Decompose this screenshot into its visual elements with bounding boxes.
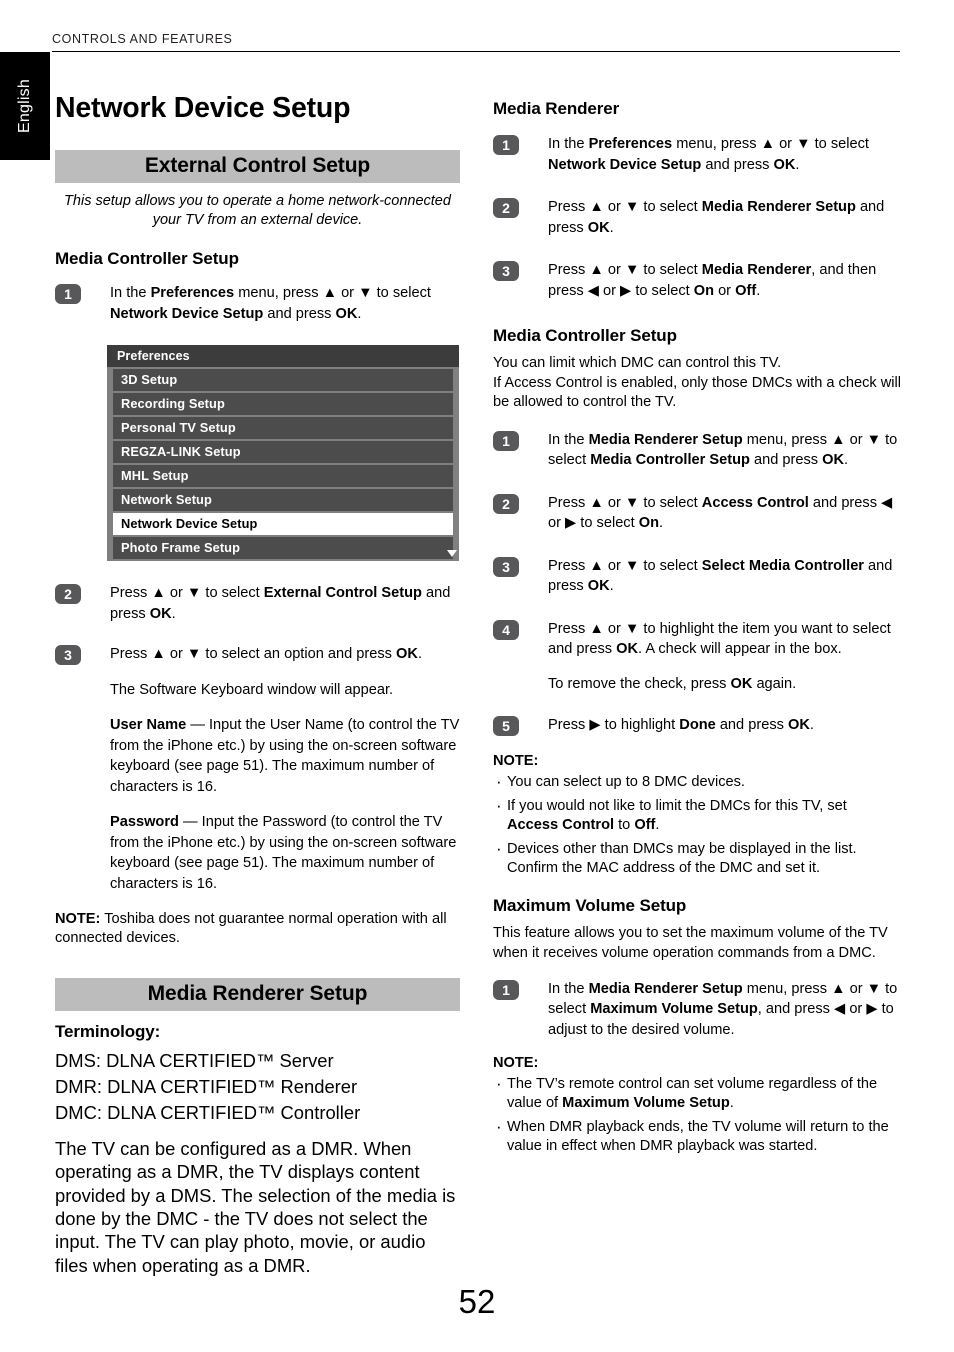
step-text: In the Preferences menu, press ▲ or ▼ to… [548,136,869,173]
osd-menu-item[interactable]: MHL Setup [113,465,453,487]
step-item: 2 Press ▲ or ▼ to select Media Renderer … [493,197,901,238]
note-item: The TV’s remote control can set volume r… [493,1074,901,1114]
osd-menu-item[interactable]: 3D Setup [113,369,453,391]
step-text: Press ▲ or ▼ to select Media Renderer, a… [548,262,877,299]
language-tab: English [0,52,50,160]
terminology-dms: DMS: DLNA CERTIFIED™ Server [55,1049,334,1071]
step-item: 1 In the Media Renderer Setup menu, pres… [493,979,901,1041]
osd-menu-rows: 3D Setup Recording Setup Personal TV Set… [107,369,459,559]
step-number-badge: 3 [493,261,519,281]
terminology-dmc: DMC: DLNA CERTIFIED™ Controller [55,1101,361,1123]
osd-menu-item[interactable]: REGZA-LINK Setup [113,441,453,463]
step-number-badge: 3 [493,556,519,577]
maximum-volume-intro: This feature allows you to set the maxim… [493,925,888,961]
page-number: 52 [458,1283,496,1320]
note-item: If you would not like to limit the DMCs … [493,796,901,836]
note-item: You can select up to 8 DMC devices. [493,772,901,792]
osd-menu-item-label: Photo Frame Setup [121,540,241,555]
note-item: When DMR playback ends, the TV volume wi… [493,1117,901,1157]
step-number-badge: 1 [493,430,519,451]
step-number-badge: 1 [493,979,519,1000]
left-column: Network Device Setup External Control Se… [55,0,460,1277]
step-number-badge: 2 [493,493,519,514]
note-label: NOTE: [493,753,539,770]
external-control-intro: This setup allows you to operate a home … [64,193,451,228]
page-title: Network Device Setup [55,92,351,124]
step-number-badge: 1 [493,135,519,155]
step-item: 2 Press ▲ or ▼ to select External Contro… [55,583,460,624]
step-text: Press ▶ to highlight Done and press OK. [548,717,814,734]
language-tab-label: English [16,79,33,133]
note-item: Devices other than DMCs may be displayed… [493,839,901,879]
osd-menu-item[interactable]: Personal TV Setup [113,417,453,439]
step-item: 1 In the Media Renderer Setup menu, pres… [493,430,901,471]
step-item: 3 Press ▲ or ▼ to select Media Renderer,… [493,260,901,301]
step-text: Press ▲ or ▼ to select Media Renderer Se… [548,199,885,236]
osd-menu-item[interactable]: Photo Frame Setup [113,537,457,559]
scroll-down-icon [447,550,457,557]
step-item: 3 Press ▲ or ▼ to select Select Media Co… [493,556,901,597]
user-name-description: User Name — Input the User Name (to cont… [110,717,460,795]
osd-menu-item[interactable]: Network Setup [113,489,453,511]
step-number-badge: 4 [493,619,519,640]
heading-media-controller-setup-left: Media Controller Setup [55,249,239,268]
section-band-external-control: External Control Setup [55,150,460,183]
note-label: NOTE: [493,1055,539,1071]
step-text: Press ▲ or ▼ to select Access Control an… [548,494,893,532]
osd-preferences-menu: Preferences 3D Setup Recording Setup Per… [107,345,459,561]
step-number-badge: 2 [55,584,81,604]
step-text: Press ▲ or ▼ to select Select Media Cont… [548,557,893,595]
step-text: Press ▲ or ▼ to highlight the item you w… [548,620,891,658]
heading-media-controller-setup-right: Media Controller Setup [493,326,677,345]
heading-maximum-volume-setup: Maximum Volume Setup [493,896,687,916]
step-text: In the Preferences menu, press ▲ or ▼ to… [110,285,431,322]
terminology-dmr: DMR: DLNA CERTIFIED™ Renderer [55,1075,358,1097]
step-text: In the Media Renderer Setup menu, press … [548,980,898,1038]
software-keyboard-note: The Software Keyboard window will appear… [110,681,394,698]
step-text: In the Media Renderer Setup menu, press … [548,431,898,469]
step-number-badge: 1 [55,284,81,304]
heading-media-renderer: Media Renderer [493,99,620,118]
osd-menu-title: Preferences [107,345,459,367]
remove-check-note: To remove the check, press OK again. [548,675,797,692]
step-item: 1 In the Preferences menu, press ▲ or ▼ … [493,134,901,175]
note-connected-devices: NOTE: Toshiba does not guarantee normal … [55,911,447,947]
password-description: Password — Input the Password (to contro… [110,814,457,892]
step-item: 2 Press ▲ or ▼ to select Access Control … [493,493,901,534]
step-number-badge: 3 [55,645,81,665]
osd-menu-item-selected[interactable]: Network Device Setup [113,513,453,535]
section-band-media-renderer-setup: Media Renderer Setup [55,977,460,1011]
step-item: 3 Press ▲ or ▼ to select an option and p… [55,644,460,894]
step-item: 4 Press ▲ or ▼ to highlight the item you… [493,619,901,695]
right-column: Media Renderer 1 In the Preferences menu… [493,0,901,1161]
step-item: 1 In the Preferences menu, press ▲ or ▼ … [55,283,460,324]
note-list: You can select up to 8 DMC devices. If y… [493,772,901,879]
media-renderer-description: The TV can be configured as a DMR. When … [55,1137,456,1276]
osd-menu-item[interactable]: Recording Setup [113,393,453,415]
step-number-badge: 2 [493,198,519,218]
step-item: 5 Press ▶ to highlight Done and press OK… [493,715,901,739]
step-number-badge: 5 [493,716,519,737]
terminology-label: Terminology: [55,1021,161,1041]
note-list: The TV’s remote control can set volume r… [493,1074,901,1157]
step-text: Press ▲ or ▼ to select External Control … [110,585,451,622]
step-text: Press ▲ or ▼ to select an option and pre… [110,646,422,662]
media-controller-intro: You can limit which DMC can control this… [493,355,901,411]
